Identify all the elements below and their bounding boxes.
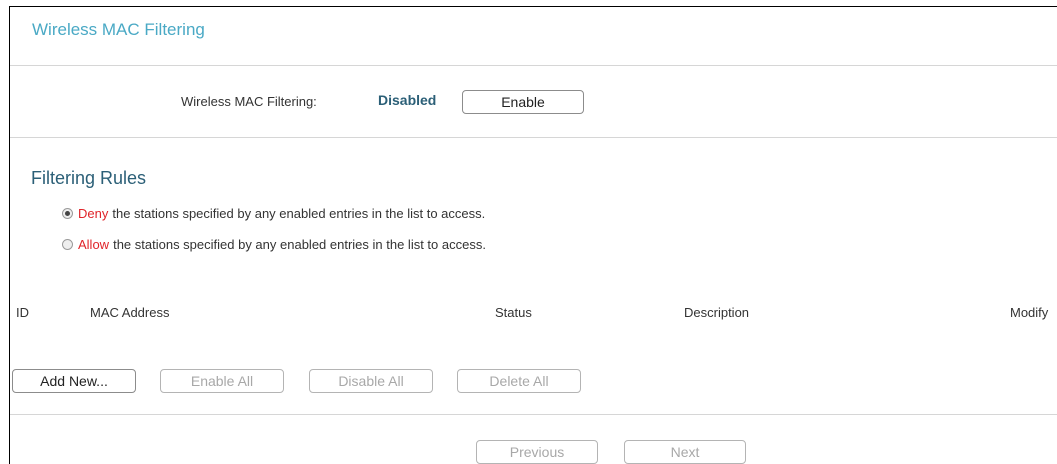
allow-radio[interactable] [62,238,73,250]
page-title: Wireless MAC Filtering [32,20,205,39]
divider [10,414,1057,415]
disable-all-button[interactable]: Disable All [309,369,433,393]
deny-rule-option[interactable]: Deny the stations specified by any enabl… [62,205,485,221]
allow-rule-option[interactable]: Allow the stations specified by any enab… [62,236,486,252]
add-new-button[interactable]: Add New... [12,369,136,393]
content-frame [9,6,1057,464]
mac-filtering-label: Wireless MAC Filtering: [181,94,317,109]
column-header-id: ID [16,305,29,320]
divider [10,65,1057,66]
column-header-status: Status [495,305,532,320]
deny-radio[interactable] [62,207,73,219]
enable-all-button[interactable]: Enable All [160,369,284,393]
previous-button[interactable]: Previous [476,440,598,464]
next-button[interactable]: Next [624,440,746,464]
deny-keyword: Deny [78,205,109,221]
column-header-modify: Modify [1010,305,1049,320]
divider [10,137,1057,138]
deny-rule-text: the stations specified by any enabled en… [112,205,486,221]
enable-button[interactable]: Enable [462,90,584,114]
allow-rule-text: the stations specified by any enabled en… [113,236,486,252]
delete-all-button[interactable]: Delete All [457,369,581,393]
mac-filtering-status: Disabled [378,92,437,108]
allow-keyword: Allow [78,236,110,252]
filtering-rules-title: Filtering Rules [31,168,147,188]
column-header-mac-address: MAC Address [90,305,170,320]
column-header-description: Description [684,305,750,320]
